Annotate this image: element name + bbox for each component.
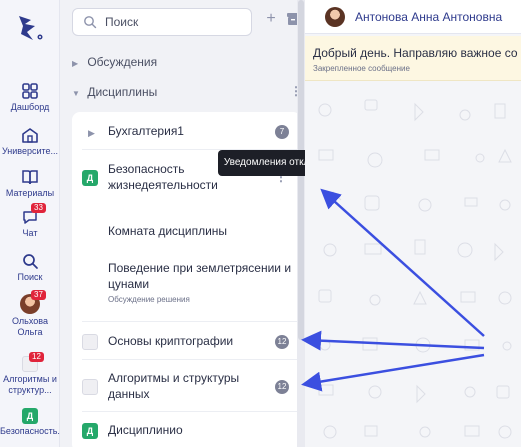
discipline-square-icon: Д: [82, 170, 98, 186]
unread-count: 7: [275, 125, 289, 139]
list-item-label-line2: данных: [108, 387, 150, 401]
add-button[interactable]: +: [264, 11, 278, 27]
chevron-right-icon: ▶: [88, 128, 95, 138]
section-discussions[interactable]: ▶ Обсуждения: [72, 55, 157, 69]
rail-algorithms[interactable]: Алгоритмы и структур... 12: [0, 352, 60, 396]
unread-count: 12: [275, 335, 289, 349]
divider: [82, 359, 301, 360]
rail-dashboard-label: Дашборд: [10, 102, 50, 112]
rail-university[interactable]: Университе...: [0, 126, 60, 157]
contact-name[interactable]: Антонова Анна Антоновна: [355, 10, 502, 24]
search-icon: [21, 252, 39, 270]
list-item-label: Бухгалтерия1: [108, 124, 184, 138]
course-icon: [82, 334, 98, 350]
algorithms-unread-badge: 12: [29, 352, 44, 362]
list-item-label-line2: жизнедеятельности: [108, 178, 218, 192]
list-item-label-line1: Безопасность: [108, 162, 185, 176]
list-item[interactable]: Комната дисциплины: [72, 224, 301, 240]
chat-area: Антонова Анна Антоновна Добрый день. Нап…: [305, 0, 521, 447]
list-item-label-line2: цунами: [108, 277, 150, 291]
chevron-down-icon: ▼: [72, 89, 80, 98]
list-item[interactable]: ▶ Бухгалтерия1 7: [72, 124, 301, 140]
rail-chat-label: Чат: [22, 228, 38, 238]
rail-algorithms-label: Алгоритмы и структур...: [3, 374, 57, 395]
university-icon: [21, 126, 39, 144]
list-item-label: Основы криптографии: [108, 334, 234, 348]
section-disciplines[interactable]: ▼ Дисциплины: [72, 85, 157, 99]
pinned-message-text: Добрый день. Направляю важное со: [313, 46, 518, 60]
section-disciplines-label: Дисциплины: [87, 85, 158, 99]
list-item[interactable]: Поведение при землетрясении и цунами Обс…: [72, 261, 301, 305]
list-item-label-line1: Алгоритмы и структуры: [108, 371, 240, 385]
rail-search-label: Поиск: [17, 272, 43, 282]
book-icon: [21, 168, 39, 186]
list-item-subtitle: Обсуждение решения: [108, 295, 190, 304]
rail-materials-label: Материалы: [5, 188, 55, 198]
list-item[interactable]: Алгоритмы и структуры данных 12: [72, 371, 301, 403]
rail-chat[interactable]: Чат 33: [0, 203, 60, 239]
discipline-square-icon: Д: [82, 423, 98, 439]
list-item[interactable]: Основы криптографии 12: [72, 334, 301, 350]
chevron-right-icon: ▶: [72, 59, 79, 68]
rail-dashboard[interactable]: Дашборд: [0, 82, 60, 113]
rail-user-olkhova[interactable]: Ольхова Ольга 37: [0, 290, 60, 338]
app-logo[interactable]: [11, 10, 47, 46]
rail-user-label: Ольхова Ольга: [12, 316, 48, 337]
divider: [82, 321, 301, 322]
channel-panel: + ▶ Обсуждения ▼ Дисциплины ⋮ ▶ Бухгалте…: [60, 0, 305, 447]
dashboard-icon: [21, 82, 39, 100]
contact-avatar: [325, 7, 345, 27]
list-item-label-line1: Поведение при землетрясении и: [108, 261, 292, 275]
chat-header[interactable]: Антонова Анна Антоновна: [305, 0, 521, 34]
discipline-square-icon: Д: [22, 408, 38, 424]
app-rail: Дашборд Университе... Материалы Чат 33 П…: [0, 0, 65, 447]
list-item-label: Дисциплинио: [108, 423, 183, 437]
search-box[interactable]: [72, 8, 252, 36]
rail-search[interactable]: Поиск: [0, 252, 60, 283]
panel-scrollbar[interactable]: [297, 0, 305, 447]
divider: [82, 411, 301, 412]
chat-unread-badge: 33: [31, 203, 46, 213]
rail-safety-label: Безопасность...: [0, 426, 65, 436]
section-discussions-label: Обсуждения: [87, 55, 158, 69]
search-icon: [83, 15, 97, 29]
course-icon: [82, 379, 98, 395]
unread-count: 12: [275, 380, 289, 394]
list-item[interactable]: Д Дисциплинио: [72, 423, 301, 439]
rail-safety[interactable]: Д Безопасность...: [0, 408, 65, 437]
user-unread-badge: 37: [31, 290, 46, 300]
pinned-message-label: Закрепленное сообщение: [313, 64, 410, 73]
rail-materials[interactable]: Материалы: [0, 168, 60, 199]
search-input[interactable]: [105, 14, 245, 30]
rail-university-label: Университе...: [1, 146, 59, 156]
pinned-message[interactable]: Добрый день. Направляю важное со Закрепл…: [305, 36, 521, 81]
list-item-label: Комната дисциплины: [108, 224, 228, 238]
